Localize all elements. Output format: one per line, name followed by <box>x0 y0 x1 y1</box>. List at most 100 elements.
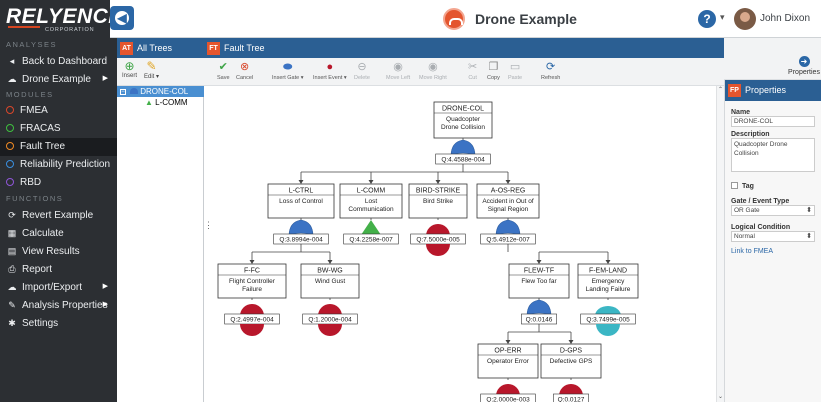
sidebar-item-fmea[interactable]: FMEA <box>0 102 117 120</box>
fault-tree-node-op-err[interactable]: OP-ERR Operator Error Q:2.0000e-003 <box>477 343 539 402</box>
cancel-button[interactable]: ⊗ Cancel <box>236 61 253 81</box>
edit-button[interactable]: ✎ Edit ▾ <box>144 60 159 81</box>
link-to-fmea[interactable]: Link to FMEA <box>731 248 815 255</box>
sidebar-item-label: Report <box>22 264 53 275</box>
event-icon: ● <box>326 61 334 73</box>
probability-value: Q:2.4997e-004 <box>230 317 274 324</box>
or-gate-icon <box>495 219 521 237</box>
event-lower-half <box>596 324 620 336</box>
node-description: Flight Controller <box>229 278 276 285</box>
scroll-up-icon[interactable]: ⌃ <box>718 86 723 93</box>
user-name[interactable]: John Dixon <box>760 13 810 24</box>
fault-tree-header: FT Fault Tree <box>204 38 724 58</box>
arrow-left-icon: ◉ <box>393 61 403 73</box>
sidebar-item-fault-tree[interactable]: Fault Tree <box>0 138 117 156</box>
panel-badge: AT <box>120 42 133 55</box>
button-label: Move Left <box>386 75 411 81</box>
print-icon: ⎙ <box>8 264 16 274</box>
fault-tree-node-drone-col[interactable]: DRONE-COL QuadcopterDrone Collision Q:4.45… <box>433 101 493 165</box>
help-caret-icon[interactable]: ▾ <box>720 12 725 23</box>
fault-tree-node-d-gps[interactable]: D-GPS Defective GPS Q:0.0127 <box>540 343 602 402</box>
node-description: Emergency <box>592 278 626 285</box>
description-label: Description <box>731 131 770 138</box>
move-left-button[interactable]: ◉ Move Left <box>386 61 410 81</box>
node-id: OP-ERR <box>494 348 521 355</box>
caret-right-icon: ▶ <box>102 75 108 82</box>
tree-node-l-comm[interactable]: ▲ L-COMM <box>117 97 204 108</box>
scissors-icon: ✂ <box>468 61 478 73</box>
name-field[interactable]: DRONE-COL <box>731 116 815 127</box>
plus-circle-icon: ⊕ <box>124 59 135 73</box>
move-right-button[interactable]: ◉ Move Right <box>419 61 447 81</box>
sidebar-item-rbd[interactable]: RBD <box>0 174 117 192</box>
question-circle-icon[interactable]: ? <box>698 10 716 28</box>
copy-button[interactable]: ❐ Copy <box>487 61 500 81</box>
sidebar-item-import-export[interactable]: ☁ Import/Export ▶ <box>0 278 117 296</box>
fault-tree-node-l-ctrl[interactable]: L-CTRL Loss of Control Q:3.8994e-004 <box>267 183 335 245</box>
save-button[interactable]: ✔ Save <box>217 61 230 81</box>
caret-left-icon: ◂ <box>9 56 15 66</box>
description-field[interactable]: Quadcopter Drone Collision <box>731 138 815 172</box>
sidebar-item-revert[interactable]: ⟳ Revert Example <box>0 206 117 224</box>
fault-tree-node-bw-wg[interactable]: BW-WG Wind Gust Q:1.2000e-004 <box>300 263 360 336</box>
probability-value: Q:7.5000e-005 <box>416 237 460 244</box>
collapse-icon[interactable]: − <box>120 89 126 95</box>
circle-arrow-left-icon[interactable]: ◀ <box>110 6 134 30</box>
button-label: Properties <box>788 69 820 76</box>
fault-tree-node-a-os-reg[interactable]: A-OS-REG Accident in Out ofSignal Region Q… <box>476 183 540 245</box>
sidebar-item-view-results[interactable]: ▤ View Results <box>0 242 117 260</box>
relyence-logo[interactable]: RELYENCE CORPORATION <box>0 0 122 38</box>
section-analyses: ANALYSES <box>6 40 58 49</box>
checkbox-icon[interactable] <box>731 182 738 189</box>
logical-condition-select[interactable]: Normal <box>731 231 815 242</box>
sidebar-item-reliability-prediction[interactable]: Reliability Prediction <box>0 156 117 174</box>
paste-button[interactable]: ▭ Paste <box>508 61 522 81</box>
sidebar-item-analysis-properties[interactable]: ✎ Analysis Properties ▶ <box>0 296 117 314</box>
node-description: Failure <box>242 286 262 293</box>
fault-tree-node-f-em-land[interactable]: F-EM-LAND EmergencyLanding Failure Q:3.749… <box>577 263 639 336</box>
top-bar: RELYENCE CORPORATION ◀ Drone Example ? ▾… <box>0 0 821 38</box>
properties-button[interactable]: ➜ Properties <box>788 56 820 76</box>
fault-tree-node-flew-tf[interactable]: FLEW-TF Flew Too far Q:0.0146 <box>508 263 570 325</box>
fault-tree-node-bird-strike[interactable]: BIRD-STRIKE Bird Strike Q:7.5000e-005 <box>408 183 468 256</box>
tree-list: − DRONE-COL ▲ L-COMM <box>117 86 204 108</box>
delete-button[interactable]: ⊖ Delete <box>354 61 370 81</box>
node-id: F-EM-LAND <box>589 268 627 275</box>
probability-value: Q:3.7499e-005 <box>586 317 630 324</box>
sidebar-item-calculate[interactable]: ▦ Calculate <box>0 224 117 242</box>
cut-button[interactable]: ✂ Cut <box>468 61 477 81</box>
sidebar-item-report[interactable]: ⎙ Report <box>0 260 117 278</box>
vertical-scrollbar[interactable]: ⌃ ⌄ <box>716 86 724 402</box>
insert-button[interactable]: ⊕ Insert <box>122 59 137 80</box>
button-label: Insert Gate ▾ <box>272 75 304 81</box>
sidebar-item-back[interactable]: ◂ Back to Dashboard <box>0 52 117 70</box>
fault-tree-node-l-comm[interactable]: L-COMM LostCommunication Q:4.2258e-007 <box>339 183 403 245</box>
sidebar-item-label: RBD <box>20 177 42 188</box>
fault-tree-diagram[interactable]: DRONE-COL QuadcopterDrone Collision Q:4.45… <box>204 86 716 402</box>
panel-splitter[interactable]: ⋮ <box>204 220 213 232</box>
sidebar-item-settings[interactable]: ✱ Settings <box>0 314 117 332</box>
name-label: Name <box>731 109 751 116</box>
node-id: BIRD-STRIKE <box>416 188 461 195</box>
avatar[interactable] <box>734 8 756 30</box>
tag-checkbox[interactable]: Tag <box>731 182 815 190</box>
connector-arrow <box>327 260 333 264</box>
fault-tree-canvas[interactable]: DRONE-COL Quadcopter Drone Collision Q:4.45… <box>204 86 716 402</box>
probability-value: Q:4.2258e-007 <box>349 237 393 244</box>
fault-tree-node-f-fc[interactable]: F-FC Flight ControllerFailure Q:2.4997e-00… <box>217 263 287 336</box>
gate-type-select[interactable]: OR Gate <box>731 205 815 216</box>
event-lower-half <box>240 324 264 336</box>
node-description: Quadcopter <box>446 116 481 123</box>
logo-swoosh <box>8 26 40 28</box>
insert-gate-button[interactable]: ⬬ Insert Gate ▾ <box>272 61 304 81</box>
panel-badge: FT <box>207 42 220 55</box>
tree-node-drone-col[interactable]: − DRONE-COL <box>117 86 204 97</box>
refresh-button[interactable]: ⟳ Refresh <box>541 61 560 81</box>
insert-event-button[interactable]: ● Insert Event ▾ <box>313 61 347 81</box>
sidebar-item-fracas[interactable]: FRACAS <box>0 120 117 138</box>
scroll-down-icon[interactable]: ⌄ <box>718 393 723 400</box>
minus-icon: ⊖ <box>357 61 367 73</box>
properties-panel: FP Properties Name DRONE-COL Description … <box>724 80 821 402</box>
probability-value: Q:1.2000e-004 <box>308 317 352 324</box>
sidebar-item-project[interactable]: ☁ Drone Example ▶ <box>0 70 117 88</box>
